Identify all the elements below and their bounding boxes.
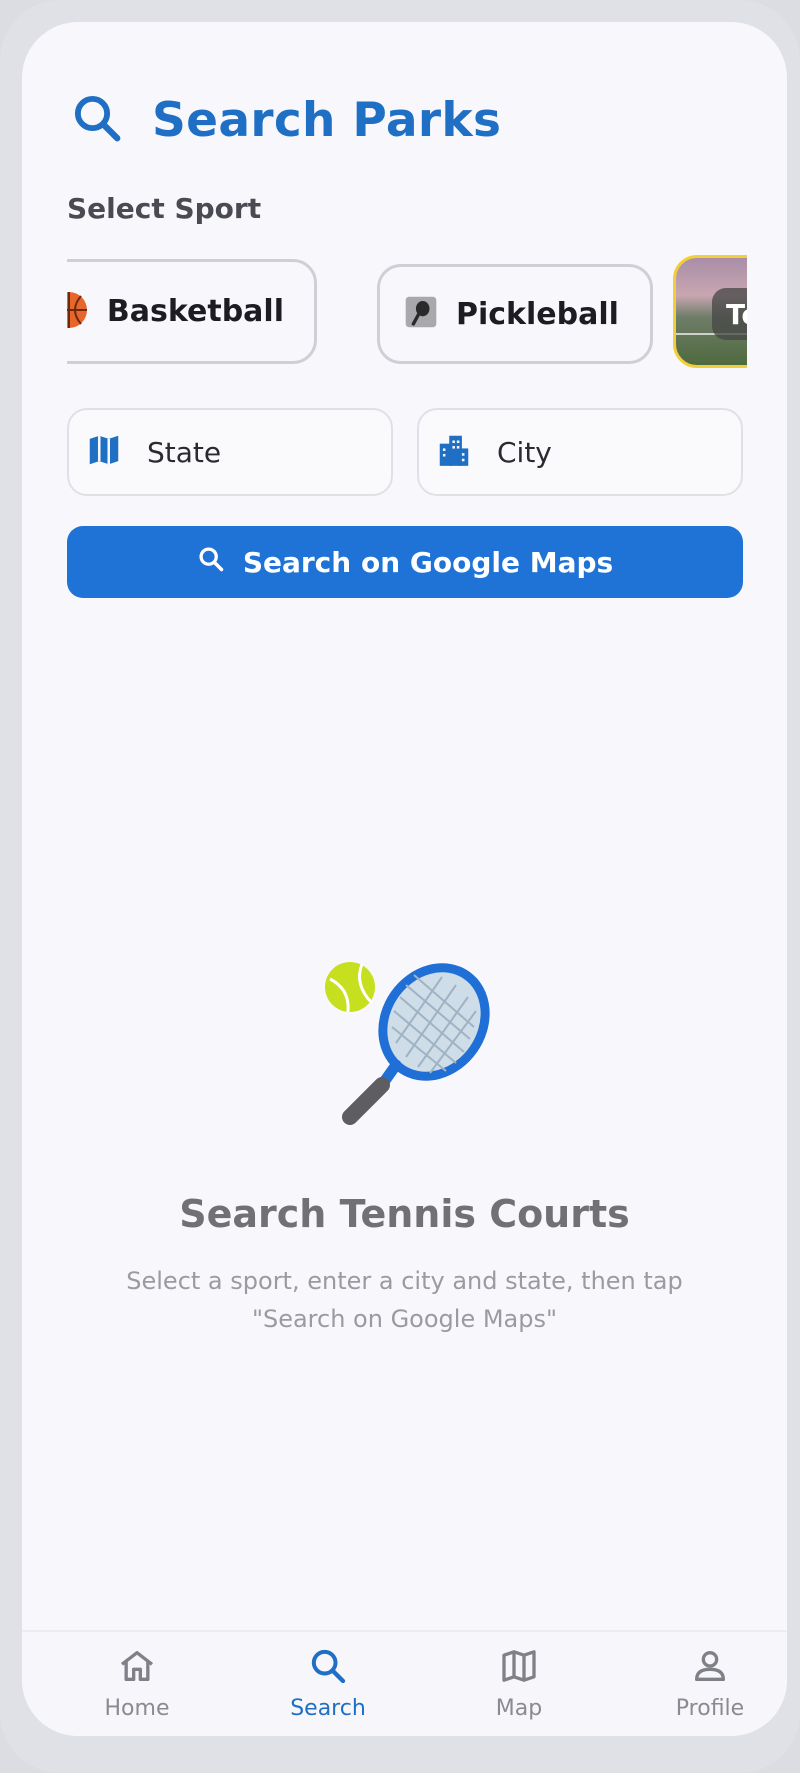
nav-search[interactable]: Search [253,1646,403,1726]
sport-chip-pickleball[interactable]: Pickleball [377,264,653,364]
search-google-maps-button[interactable]: Search on Google Maps [67,526,743,598]
city-input[interactable] [497,435,717,469]
sport-chip-label: Pickleball [456,296,619,332]
nav-label: Search [290,1696,366,1721]
sport-chip-tennis[interactable]: Tenn [673,255,747,368]
building-icon [435,431,473,473]
bottom-nav: Home Search Map Profile [22,1630,787,1736]
select-sport-label: Select Sport [67,192,262,225]
sport-chips-scroller[interactable]: Basketball Pickleball Tenn [67,234,747,374]
search-button-label: Search on Google Maps [242,545,614,579]
nav-profile[interactable]: Profile [635,1646,785,1726]
sport-chip-label: Basketball [106,294,284,329]
map-icon [499,1646,539,1690]
city-field[interactable] [417,408,743,496]
nav-label: Home [104,1696,170,1721]
search-icon [70,91,124,149]
tennis-racket-icon [322,957,512,1137]
search-icon [197,545,225,580]
basketball-icon [67,290,89,334]
nav-home[interactable]: Home [62,1646,212,1726]
header: Search Parks [70,80,501,160]
sport-chip-label: Tenn [712,288,747,340]
map-icon [85,431,123,473]
page-title: Search Parks [152,92,502,148]
search-icon [308,1646,348,1690]
device-frame: Search Parks Select Sport Basketball Pic… [0,0,800,1773]
profile-icon [690,1646,730,1690]
nav-label: Map [495,1696,543,1721]
sport-chip-basketball[interactable]: Basketball [67,259,317,364]
pickleball-icon [404,295,438,333]
nav-label: Profile [675,1696,745,1721]
state-field[interactable] [67,408,393,496]
app-screen: Search Parks Select Sport Basketball Pic… [22,22,787,1736]
empty-state-title: Search Tennis Courts [179,1192,630,1236]
nav-map[interactable]: Map [444,1646,594,1726]
home-icon [117,1646,157,1690]
empty-state-subtitle: Select a sport, enter a city and state, … [126,1267,683,1333]
state-input[interactable] [147,435,367,469]
